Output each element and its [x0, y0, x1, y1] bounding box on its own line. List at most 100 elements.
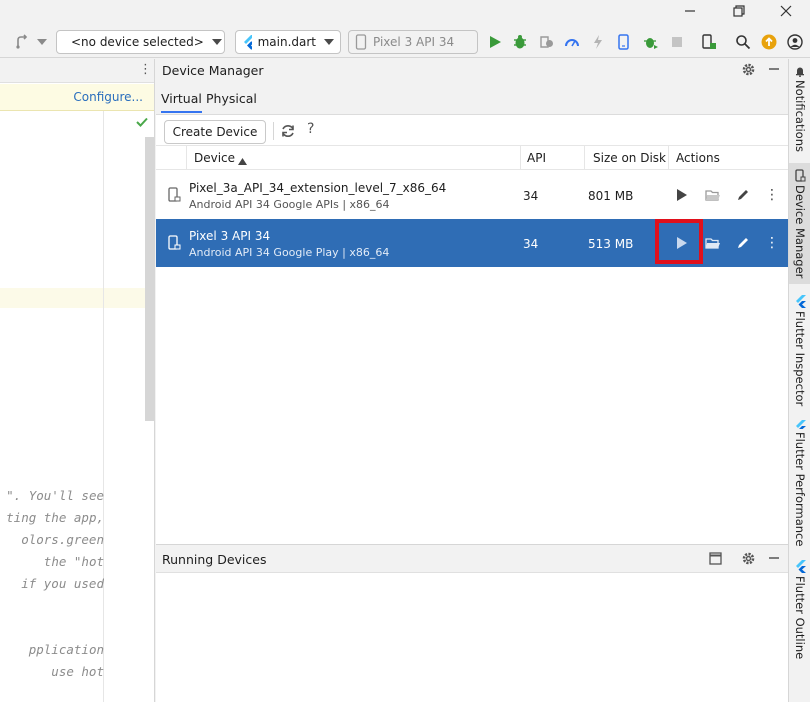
close-icon[interactable] — [763, 2, 809, 24]
column-device[interactable]: Device — [194, 151, 235, 165]
edit-pencil-icon[interactable] — [734, 186, 752, 204]
device-manager-icon — [795, 169, 806, 182]
device-details: Android API 34 Google APIs | x86_64 — [189, 198, 390, 211]
device-mirror-icon[interactable] — [700, 33, 718, 51]
update-icon[interactable] — [760, 33, 778, 51]
code-line: the "hot — [36, 554, 104, 569]
vcs-icon[interactable] — [14, 33, 32, 51]
more-options-icon[interactable]: ⋮ — [139, 62, 152, 77]
device-name: Pixel_3a_API_34_extension_level_7_x86_64 — [189, 181, 447, 195]
run-config-label: main.dart — [257, 35, 316, 49]
tool-window-label: Flutter Inspector — [793, 311, 807, 407]
target-selector[interactable]: Pixel 3 API 34 — [348, 30, 478, 54]
launch-play-icon[interactable] — [673, 186, 691, 204]
refresh-icon[interactable] — [280, 123, 296, 142]
device-manager-header: Device Manager — [156, 59, 788, 83]
tool-window-notifications[interactable]: Notifications — [789, 65, 810, 157]
tool-window-label: Flutter Performance — [793, 431, 807, 546]
running-devices-header: Running Devices — [156, 545, 788, 573]
more-options-icon[interactable]: ⋮ — [763, 186, 781, 204]
flutter-icon — [795, 295, 806, 308]
device-icon — [166, 234, 182, 252]
main-toolbar: <no device selected> main.dart Pixel 3 A… — [0, 26, 810, 58]
search-icon[interactable] — [734, 33, 752, 51]
editor-right-margin — [103, 111, 104, 702]
device-manager-panel: Device Manager Virtual Physical Create D… — [156, 59, 788, 544]
hide-panel-icon[interactable] — [767, 62, 781, 79]
right-tool-strip: Notifications Device Manager Flutter Ins… — [788, 59, 810, 702]
table-row[interactable]: Pixel_3a_API_34_extension_level_7_x86_64… — [156, 171, 788, 219]
device-icon — [166, 186, 182, 204]
flutter-icon — [244, 35, 252, 50]
device-size: 513 MB — [588, 237, 634, 251]
attach-debugger-icon[interactable] — [537, 33, 555, 51]
device-manager-tabs: Virtual Physical — [156, 83, 788, 115]
title-bar — [0, 0, 810, 26]
maximize-icon[interactable] — [709, 552, 722, 568]
folder-icon[interactable] — [704, 186, 722, 204]
device-table-header: Device API Size on Disk Actions — [156, 146, 788, 170]
device-manager-title: Device Manager — [162, 63, 264, 78]
tool-window-label: Flutter Outline — [793, 576, 807, 660]
run-config-selector[interactable]: main.dart — [235, 30, 341, 54]
device-manager-toolbar-icon[interactable] — [615, 33, 633, 51]
apply-changes-icon[interactable] — [589, 33, 607, 51]
running-devices-title: Running Devices — [162, 552, 267, 567]
tool-window-label: Notifications — [793, 80, 807, 152]
code-line: ting the app, — [6, 510, 104, 525]
device-api: 34 — [523, 189, 539, 203]
hide-panel-icon[interactable] — [767, 551, 781, 568]
editor-tab-strip: ⋮ — [0, 59, 154, 83]
device-selector-label: <no device selected> — [71, 35, 204, 49]
tool-window-flutter-inspector[interactable]: Flutter Inspector — [789, 295, 810, 411]
vcs-dropdown-icon[interactable] — [33, 33, 51, 51]
column-separator — [668, 146, 669, 170]
tool-window-device-manager[interactable]: Device Manager — [789, 163, 810, 284]
tab-physical[interactable]: Physical — [206, 91, 257, 106]
column-api[interactable]: API — [527, 151, 546, 165]
target-selector-label: Pixel 3 API 34 — [373, 35, 455, 49]
tab-virtual[interactable]: Virtual — [161, 91, 202, 113]
gear-icon[interactable] — [741, 551, 756, 569]
more-options-icon[interactable]: ⋮ — [763, 234, 781, 252]
code-line: pplication — [28, 642, 104, 657]
restore-icon[interactable] — [716, 2, 762, 24]
chevron-down-icon — [211, 39, 222, 45]
stop-icon[interactable] — [668, 33, 686, 51]
configure-link[interactable]: Configure... — [73, 90, 143, 104]
debug-icon[interactable] — [511, 33, 529, 51]
current-line-highlight — [0, 288, 154, 308]
editor-scrollbar[interactable] — [145, 137, 154, 421]
bell-icon — [796, 67, 804, 77]
help-icon[interactable]: ? — [307, 121, 314, 137]
device-size: 801 MB — [588, 189, 634, 203]
run-icon[interactable] — [486, 33, 504, 51]
device-selector[interactable]: <no device selected> — [56, 30, 225, 54]
account-icon[interactable] — [786, 33, 804, 51]
folder-icon[interactable] — [704, 234, 722, 252]
code-line: use hot — [43, 664, 104, 679]
code-editor[interactable]: ⋮ Configure... ". You'll see ting the ap… — [0, 59, 155, 702]
flutter-icon — [795, 560, 806, 573]
tool-window-flutter-outline[interactable]: Flutter Outline — [789, 560, 810, 660]
profile-icon[interactable] — [563, 33, 581, 51]
device-name: Pixel 3 API 34 — [189, 229, 271, 243]
gear-icon[interactable] — [741, 62, 756, 80]
create-device-button[interactable]: Create Device — [164, 120, 266, 144]
column-size[interactable]: Size on Disk — [593, 151, 666, 165]
edit-pencil-icon[interactable] — [734, 234, 752, 252]
flutter-icon — [795, 420, 806, 429]
tool-window-flutter-performance[interactable]: Flutter Performance — [789, 420, 810, 546]
check-icon — [135, 116, 149, 131]
code-line: olors.green — [21, 532, 104, 547]
column-actions: Actions — [676, 151, 720, 165]
running-devices-panel: Running Devices — [156, 544, 788, 702]
tool-window-label: Device Manager — [793, 185, 807, 279]
chevron-down-icon — [324, 39, 334, 45]
device-details: Android API 34 Google Play | x86_64 — [189, 246, 390, 259]
attach-process-icon[interactable] — [642, 33, 660, 51]
launch-highlight-box — [655, 219, 703, 264]
sort-ascending-icon[interactable] — [238, 154, 247, 168]
minimize-icon[interactable] — [667, 2, 713, 24]
code-line: if you used — [21, 576, 104, 591]
